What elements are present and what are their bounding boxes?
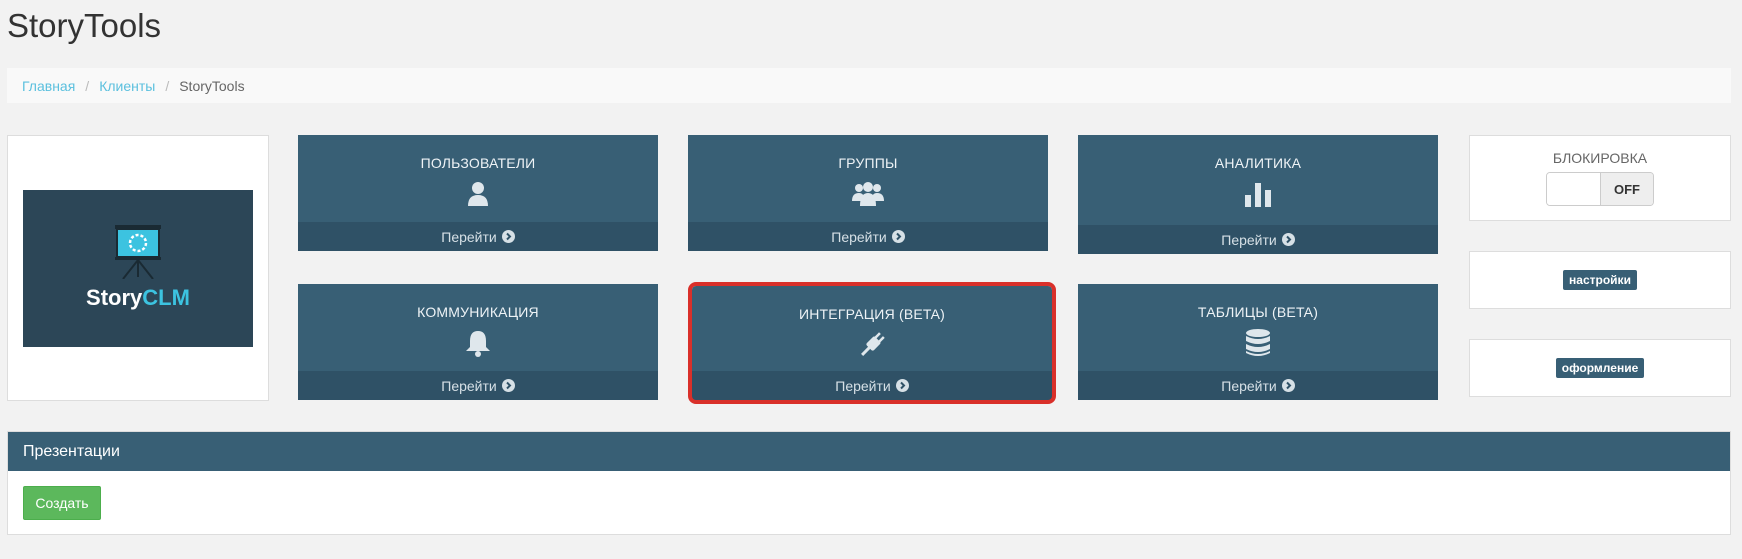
breadcrumb: Главная / Клиенты / StoryTools	[7, 68, 1731, 103]
tile-analytics[interactable]: АНАЛИТИКА Перейти	[1078, 135, 1438, 254]
toggle-state: OFF	[1601, 173, 1653, 205]
tile-title: КОММУНИКАЦИЯ	[417, 304, 539, 320]
database-icon	[1246, 329, 1270, 356]
bell-icon	[466, 331, 490, 357]
logo-wordmark: StoryCLM	[86, 285, 190, 310]
bar-chart-icon	[1245, 183, 1271, 207]
breadcrumb-clients-link[interactable]: Клиенты	[99, 78, 155, 94]
chevron-circle-right-icon	[891, 230, 905, 243]
breadcrumb-separator: /	[165, 77, 170, 94]
client-logo-card: StoryCLM	[7, 135, 269, 401]
create-presentation-button[interactable]: Создать	[23, 486, 101, 520]
design-button[interactable]: оформление	[1555, 358, 1645, 378]
chevron-circle-right-icon	[501, 230, 515, 243]
tile-go-link[interactable]: Перейти	[1078, 225, 1438, 254]
tile-title: ТАБЛИЦЫ (BETA)	[1197, 304, 1319, 320]
toggle-knob	[1547, 173, 1601, 205]
tile-title: ГРУППЫ	[838, 155, 898, 171]
blocking-card: БЛОКИРОВКА OFF	[1469, 135, 1731, 221]
tile-title: ПОЛЬЗОВАТЕЛИ	[420, 155, 536, 171]
settings-card: настройки	[1469, 251, 1731, 309]
presentations-heading: Презентации	[8, 432, 1730, 471]
tile-go-link[interactable]: Перейти	[1078, 371, 1438, 400]
tile-go-link[interactable]: Перейти	[692, 371, 1052, 400]
chevron-circle-right-icon	[1281, 379, 1295, 392]
breadcrumb-separator: /	[85, 77, 90, 94]
blocking-toggle[interactable]: OFF	[1546, 172, 1654, 206]
presentations-panel: Презентации Создать	[7, 431, 1731, 535]
presentation-board-icon	[115, 225, 161, 279]
tile-go-link[interactable]: Перейти	[688, 222, 1048, 251]
group-icon	[852, 182, 884, 206]
tile-integration[interactable]: ИНТЕГРАЦИЯ (BETA) Перейти	[688, 282, 1056, 404]
tile-users[interactable]: ПОЛЬЗОВАТЕЛИ Перейти	[298, 135, 658, 251]
tile-tables[interactable]: ТАБЛИЦЫ (BETA) Перейти	[1078, 284, 1438, 400]
breadcrumb-current: StoryTools	[179, 77, 245, 94]
tile-communication[interactable]: КОММУНИКАЦИЯ Перейти	[298, 284, 658, 400]
tile-go-link[interactable]: Перейти	[298, 371, 658, 400]
design-card: оформление	[1469, 339, 1731, 397]
plug-icon	[861, 332, 885, 356]
tile-groups[interactable]: ГРУППЫ Перейти	[688, 135, 1048, 251]
chevron-circle-right-icon	[1281, 233, 1295, 246]
page-title: StoryTools	[7, 7, 162, 44]
user-icon	[468, 182, 488, 206]
blocking-label: БЛОКИРОВКА	[1552, 150, 1648, 166]
client-logo: StoryCLM	[23, 189, 253, 347]
chevron-circle-right-icon	[895, 379, 909, 392]
tile-title: ИНТЕГРАЦИЯ (BETA)	[798, 306, 946, 322]
tile-title: АНАЛИТИКА	[1214, 155, 1302, 171]
breadcrumb-home-link[interactable]: Главная	[22, 78, 75, 94]
chevron-circle-right-icon	[501, 379, 515, 392]
settings-button[interactable]: настройки	[1563, 270, 1637, 290]
tile-go-link[interactable]: Перейти	[298, 222, 658, 251]
